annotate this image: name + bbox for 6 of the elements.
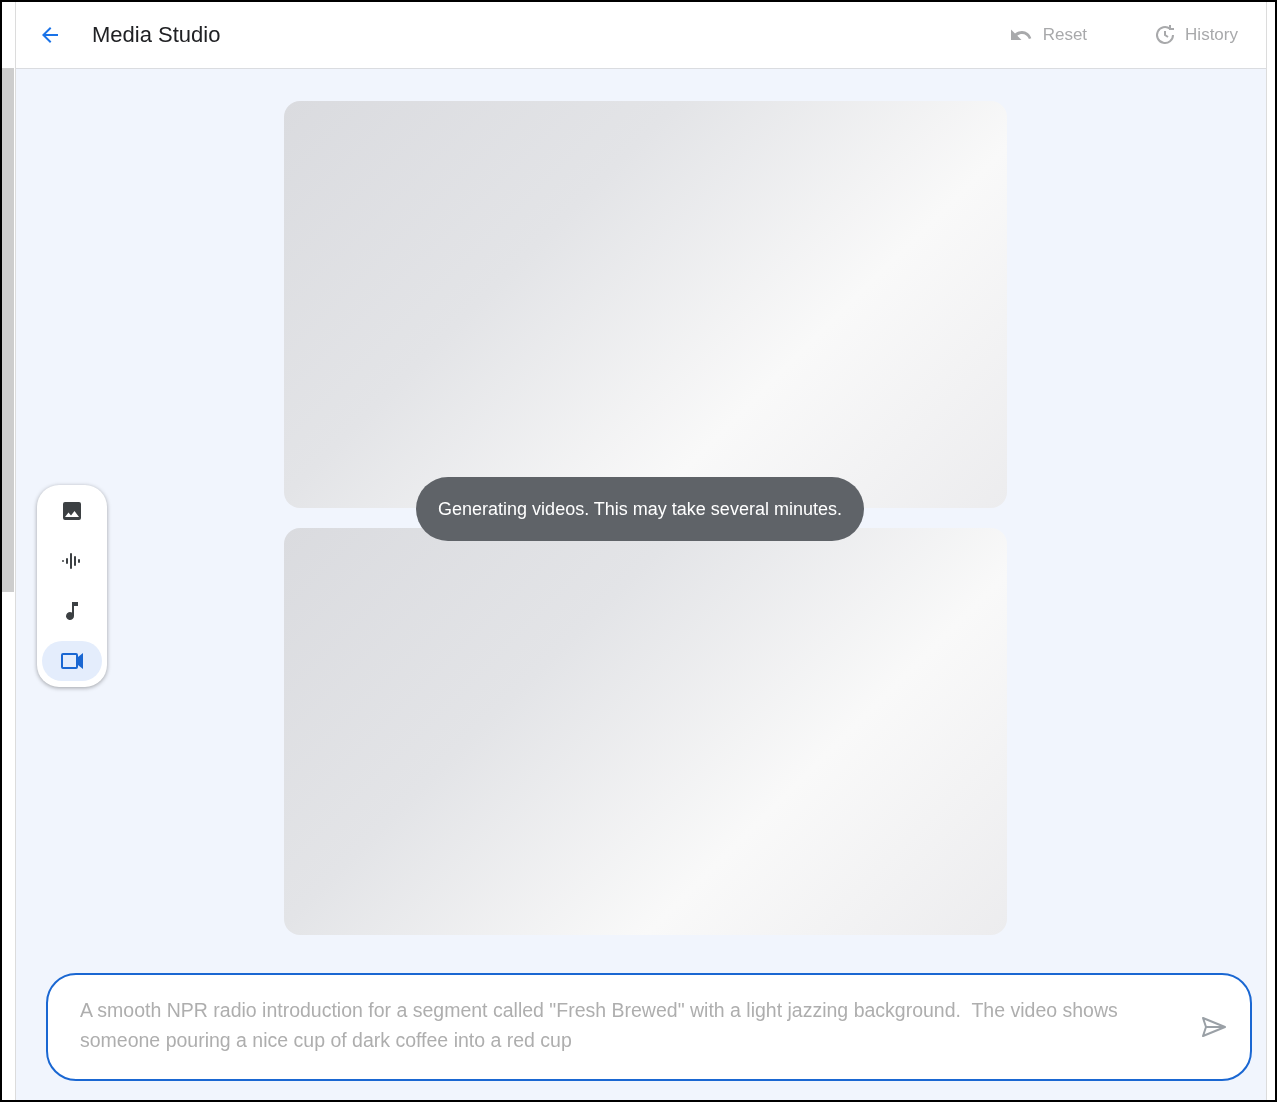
status-toast: Generating videos. This may take several minutes. <box>416 477 864 541</box>
scrollbar[interactable] <box>2 68 14 592</box>
image-icon <box>60 499 84 523</box>
video-tool-button[interactable] <box>42 641 102 681</box>
send-icon <box>1200 1015 1228 1039</box>
page-title: Media Studio <box>92 22 222 48</box>
